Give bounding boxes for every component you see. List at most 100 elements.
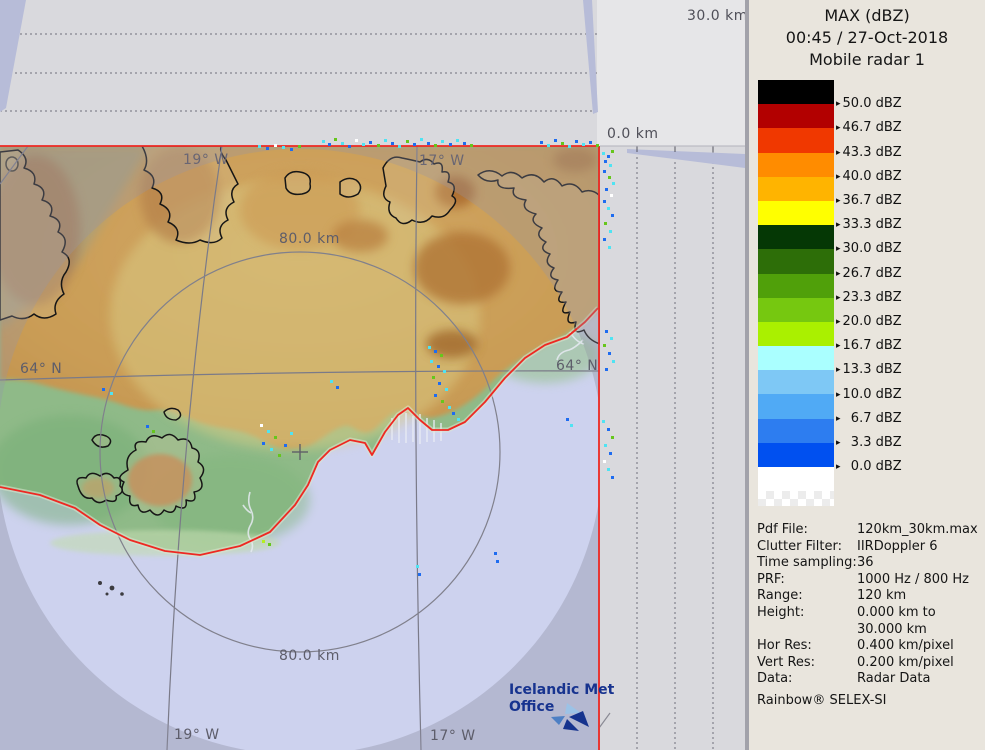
product-info-table: Pdf File: 120km_30km.max Clutter Filter: II… xyxy=(757,522,981,688)
icelandic-met-office-logo: Icelandic Met Office xyxy=(509,682,614,731)
tick-arrow-icon: ▸ xyxy=(836,268,841,279)
tick-arrow-icon: ▸ xyxy=(836,147,841,158)
echo-pixel xyxy=(612,360,615,363)
echo-pixel xyxy=(430,360,433,363)
info-value: Radar Data xyxy=(857,671,931,687)
echo-pixel xyxy=(602,152,605,155)
tick-arrow-icon: ▸ xyxy=(836,171,841,182)
echo-pixel xyxy=(270,448,273,451)
echo-pixel xyxy=(604,444,607,447)
echo-pixel xyxy=(334,138,337,141)
echo-pixel xyxy=(258,145,261,148)
echo-pixel xyxy=(434,144,437,147)
echo-pixel xyxy=(610,337,613,340)
software-brand: Rainbow® SELEX-SI xyxy=(757,693,887,708)
echo-pixel xyxy=(496,560,499,563)
radar-name: Mobile radar 1 xyxy=(809,50,925,69)
info-row: Time sampling: 36 xyxy=(757,555,981,572)
echo-pixel xyxy=(603,200,606,203)
info-value: 0.200 km/pixel xyxy=(857,654,954,670)
echo-pixel xyxy=(348,145,351,148)
echo-pixel xyxy=(398,145,401,148)
scale-tick-label: ▸ 23.3 dBZ xyxy=(836,289,902,305)
echo-pixel xyxy=(540,141,543,144)
info-value: 120km_30km.max xyxy=(857,522,978,537)
echo-pixel xyxy=(441,140,444,143)
echo-pixel xyxy=(284,444,287,447)
echo-pixel xyxy=(494,552,497,555)
echo-pixel xyxy=(102,388,105,391)
scale-band-transparent xyxy=(758,491,834,507)
echo-pixel xyxy=(437,365,440,368)
tick-arrow-icon: ▸ xyxy=(836,365,841,376)
echo-pixel xyxy=(452,412,455,415)
scale-band xyxy=(758,176,834,201)
echo-pixel xyxy=(611,436,614,439)
vertical-profile-top-strip xyxy=(0,0,598,146)
echo-pixel xyxy=(268,543,271,546)
echo-pixel xyxy=(267,430,270,433)
echo-pixel xyxy=(336,386,339,389)
scale-band xyxy=(758,418,834,443)
echo-pixel xyxy=(274,144,277,147)
echo-pixel xyxy=(438,382,441,385)
scale-band xyxy=(758,225,834,250)
info-label: Hor Res: xyxy=(757,638,812,654)
scale-band xyxy=(758,370,834,395)
echo-pixel xyxy=(428,346,431,349)
echo-pixel xyxy=(561,142,564,145)
echo-pixel xyxy=(449,143,452,146)
info-label: PRF: xyxy=(757,571,785,587)
scale-tick-label: ▸ 16.7 dBZ xyxy=(836,338,902,354)
info-label: Pdf File: xyxy=(757,522,808,537)
echo-pixel xyxy=(605,368,608,371)
scale-band xyxy=(758,128,834,153)
echo-pixel xyxy=(146,425,149,428)
echo-pixel xyxy=(427,142,430,145)
echo-pixel xyxy=(278,454,281,457)
info-row: Height: 0.000 km to 30.000 km xyxy=(757,605,981,638)
tick-arrow-icon: ▸ xyxy=(836,220,841,231)
info-label: Range: xyxy=(757,588,803,604)
scale-band xyxy=(758,152,834,177)
echo-pixel xyxy=(391,142,394,145)
echo-pixel xyxy=(566,418,569,421)
echo-pixel xyxy=(443,370,446,373)
product-title: MAX (dBZ) xyxy=(824,6,910,25)
echo-pixel xyxy=(260,424,263,427)
echo-pixel xyxy=(609,164,612,167)
echo-pixel xyxy=(604,160,607,163)
echo-pixel xyxy=(611,150,614,153)
echo-pixel xyxy=(274,436,277,439)
scale-band-white xyxy=(758,467,834,492)
info-value: 36 xyxy=(857,555,874,571)
scale-band xyxy=(758,249,834,274)
echo-pixel xyxy=(608,352,611,355)
scale-tick-label: ▸ 10.0 dBZ xyxy=(836,386,902,402)
scale-tick-label: ▸ 46.7 dBZ xyxy=(836,120,902,136)
echo-pixel xyxy=(554,139,557,142)
info-value: 120 km xyxy=(857,588,907,604)
tick-arrow-icon: ▸ xyxy=(836,196,841,206)
tick-arrow-icon: ▸ xyxy=(836,99,841,110)
radar-map[interactable] xyxy=(0,0,745,750)
echo-pixel xyxy=(612,182,615,185)
scale-band xyxy=(758,321,834,347)
scale-band xyxy=(758,104,834,129)
info-label: Height: xyxy=(757,604,805,620)
echo-pixel xyxy=(610,194,613,197)
echo-pixel xyxy=(609,452,612,455)
info-label: Data: xyxy=(757,671,793,687)
info-row: Vert Res: 0.200 km/pixel xyxy=(757,655,981,672)
tick-arrow-icon: ▸ xyxy=(836,413,841,424)
echo-pixel xyxy=(611,476,614,479)
ppi-map-area[interactable] xyxy=(0,146,603,750)
echo-pixel xyxy=(607,428,610,431)
echo-pixel xyxy=(547,144,550,147)
scale-tick-label: ▸ 50.0 dBZ xyxy=(836,96,902,112)
info-label: Time sampling: xyxy=(757,555,857,571)
echo-pixel xyxy=(362,143,365,146)
scale-tick-label: ▸ 6.7 dBZ xyxy=(836,410,902,426)
info-label: Clutter Filter: xyxy=(757,538,842,554)
pinwheel-icon xyxy=(551,703,589,731)
